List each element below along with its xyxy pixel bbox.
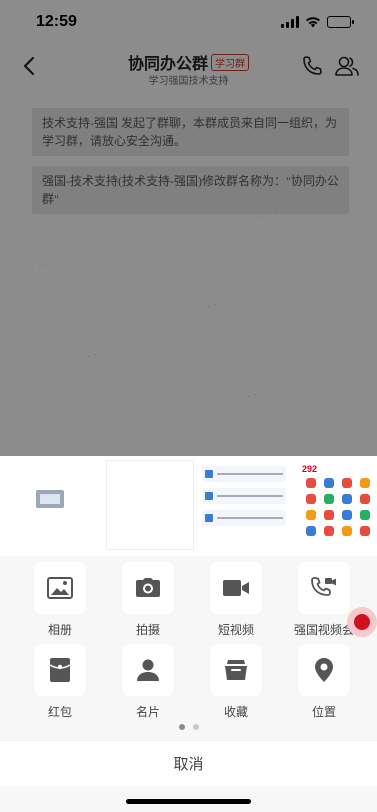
app-label: 短视频 bbox=[217, 623, 254, 637]
app-label: 名片 bbox=[135, 705, 160, 719]
recent-photo[interactable]: 292 bbox=[298, 460, 377, 550]
app-favorites[interactable]: 收藏 bbox=[201, 644, 271, 720]
camera-icon bbox=[122, 562, 174, 614]
app-camera[interactable]: 拍摄 bbox=[113, 562, 183, 638]
app-label: 拍摄 bbox=[135, 623, 160, 637]
app-label: 收藏 bbox=[223, 705, 248, 719]
contact-card-icon bbox=[122, 644, 174, 696]
page-dot-active[interactable] bbox=[178, 724, 185, 730]
recent-photo[interactable] bbox=[198, 460, 290, 550]
app-location[interactable]: 位置 bbox=[289, 644, 359, 720]
app-short-video[interactable]: 短视频 bbox=[201, 562, 271, 638]
app-contact-card[interactable]: 名片 bbox=[113, 644, 183, 720]
photo-number: 292 bbox=[302, 464, 318, 474]
photo-icon bbox=[34, 562, 86, 614]
location-icon bbox=[298, 644, 350, 696]
page-dot[interactable] bbox=[192, 724, 199, 730]
recent-photos-strip: 292 bbox=[0, 456, 377, 556]
app-label: 红包 bbox=[47, 705, 72, 719]
red-packet-icon bbox=[34, 644, 86, 696]
page-indicator bbox=[0, 724, 377, 730]
video-icon bbox=[210, 562, 262, 614]
record-dot-icon bbox=[354, 614, 370, 630]
recent-photo[interactable] bbox=[106, 460, 194, 550]
cancel-button[interactable]: 取消 bbox=[0, 740, 377, 786]
app-label: 位置 bbox=[311, 705, 336, 719]
recent-photo[interactable] bbox=[30, 486, 70, 514]
dim-overlay[interactable] bbox=[0, 0, 377, 456]
screen-record-indicator[interactable] bbox=[347, 607, 377, 637]
video-call-icon bbox=[298, 562, 350, 614]
home-indicator[interactable] bbox=[126, 799, 251, 804]
app-album[interactable]: 相册 bbox=[25, 562, 95, 638]
app-label: 相册 bbox=[47, 623, 72, 637]
favorites-icon bbox=[210, 644, 262, 696]
app-red-packet[interactable]: 红包 bbox=[25, 644, 95, 720]
